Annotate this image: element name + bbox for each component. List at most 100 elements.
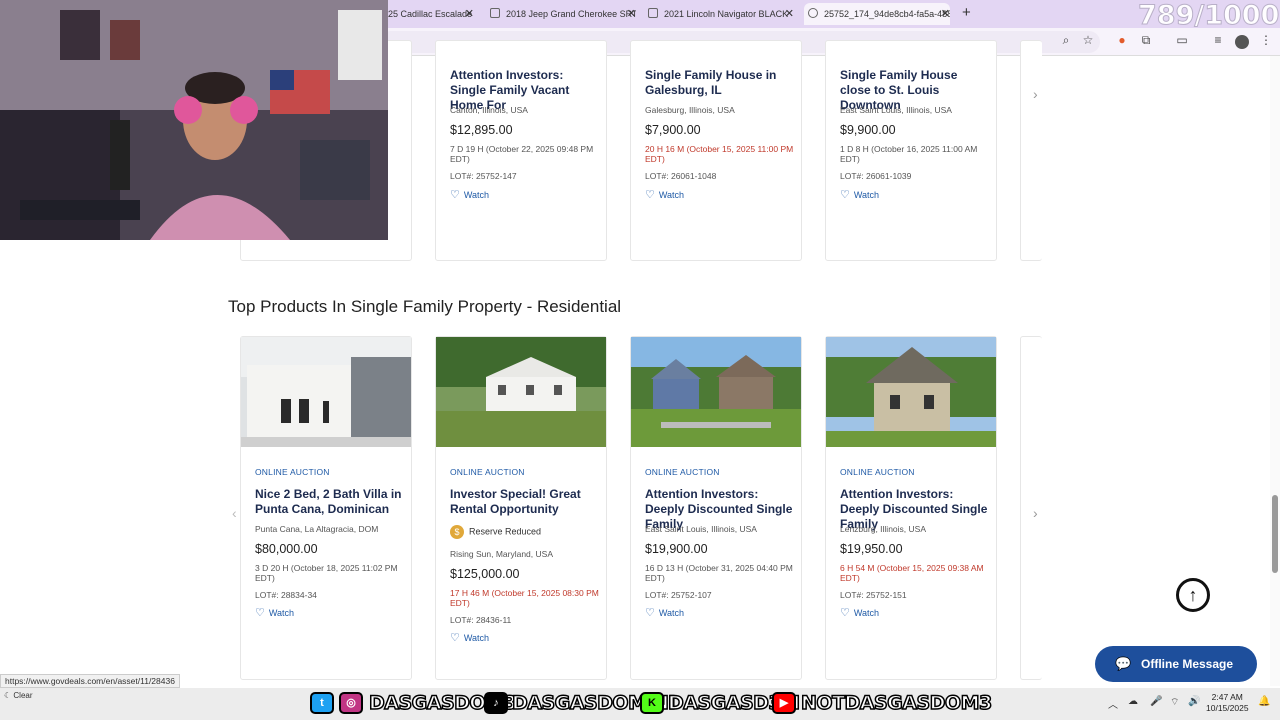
clock-time: 2:47 AM bbox=[1211, 692, 1243, 702]
new-tab-button[interactable]: + bbox=[962, 4, 971, 21]
product-card-1[interactable]: ONLINE AUCTION Nice 2 Bed, 2 Bath Villa … bbox=[240, 336, 412, 680]
top-card-3[interactable]: Single Family House close to St. Louis D… bbox=[825, 40, 997, 261]
clock-date: 10/15/2025 bbox=[1206, 703, 1249, 713]
twitter-icon: t bbox=[310, 692, 334, 714]
scrollbar-thumb[interactable] bbox=[1272, 495, 1278, 573]
watch-button[interactable]: ♡ Watch bbox=[645, 606, 684, 619]
card-price: $19,900.00 bbox=[645, 542, 708, 556]
carousel-next-icon[interactable]: › bbox=[1033, 86, 1038, 102]
card-time-left: 6 H 54 M (October 15, 2025 09:38 AM EDT) bbox=[840, 563, 984, 583]
card-time-left: 1 D 8 H (October 16, 2025 11:00 AM EDT) bbox=[840, 144, 978, 164]
offline-message-button[interactable]: 💬 Offline Message bbox=[1095, 646, 1257, 682]
volume-icon[interactable]: 🔊 bbox=[1188, 696, 1200, 707]
auction-type: ONLINE AUCTION bbox=[840, 467, 915, 477]
microphone-icon[interactable]: 🎤 bbox=[1150, 696, 1162, 707]
puzzle-icon[interactable]: ⧉ bbox=[1138, 33, 1154, 48]
product-image[interactable] bbox=[241, 337, 411, 447]
card-price: $125,000.00 bbox=[450, 567, 520, 581]
watch-button[interactable]: ♡ Watch bbox=[840, 188, 879, 201]
network-icon[interactable]: ☁ bbox=[1128, 696, 1138, 707]
heart-icon: ♡ bbox=[840, 189, 850, 201]
cast-icon[interactable]: ▭ bbox=[1174, 33, 1190, 47]
taskbar-clock[interactable]: 2:47 AM 10/15/2025 bbox=[1206, 692, 1249, 714]
card-lot: LOT#: 25752-107 bbox=[645, 590, 712, 600]
weather-label: Clear bbox=[13, 691, 33, 700]
card-location: Galesburg, Illinois, USA bbox=[645, 105, 735, 115]
card-location: Rising Sun, Maryland, USA bbox=[450, 549, 553, 559]
profile-avatar[interactable] bbox=[1235, 35, 1249, 49]
weather-widget[interactable]: ☾ Clear bbox=[4, 690, 33, 701]
heart-icon: ♡ bbox=[645, 607, 655, 619]
back-to-top-button[interactable]: ↑ bbox=[1176, 578, 1210, 612]
tray-chevron-icon[interactable]: ︿ bbox=[1108, 696, 1118, 711]
close-icon[interactable]: ✕ bbox=[465, 3, 474, 25]
card-title[interactable]: Nice 2 Bed, 2 Bath Villa in Punta Cana, … bbox=[255, 487, 405, 517]
watch-label: Watch bbox=[658, 190, 685, 200]
card-time-left: 3 D 20 H (October 18, 2025 11:02 PM EDT) bbox=[255, 563, 398, 583]
card-price: $80,000.00 bbox=[255, 542, 318, 556]
menu-icon[interactable]: ⋮ bbox=[1258, 33, 1274, 47]
top-card-1[interactable]: Attention Investors: Single Family Vacan… bbox=[435, 40, 607, 261]
reserve-label: Reserve Reduced bbox=[469, 526, 542, 537]
zoom-icon[interactable]: ⌕ bbox=[1058, 33, 1074, 48]
product-card-4[interactable]: ONLINE AUCTION Attention Investors: Deep… bbox=[825, 336, 997, 680]
scrollbar-track[interactable] bbox=[1270, 56, 1280, 686]
heart-icon: ♡ bbox=[450, 632, 460, 644]
card-time-left: 20 H 16 M (October 15, 2025 11:00 PM EDT… bbox=[645, 144, 794, 164]
watch-button[interactable]: ♡ Watch bbox=[645, 188, 684, 201]
product-image[interactable] bbox=[631, 337, 801, 447]
card-title[interactable]: Single Family House in Galesburg, IL bbox=[645, 68, 795, 98]
tab-jeep[interactable]: 2018 Jeep Grand Cherokee SRT ✕ bbox=[486, 3, 636, 25]
watch-button[interactable]: ♡ Watch bbox=[840, 606, 879, 619]
product-card-3[interactable]: ONLINE AUCTION Attention Investors: Deep… bbox=[630, 336, 802, 680]
reading-list-icon[interactable]: ≡ bbox=[1210, 33, 1226, 47]
close-icon[interactable]: ✕ bbox=[627, 3, 636, 25]
tab-title: 25752_174_94de8cb4-fa5a-488 bbox=[824, 9, 950, 19]
tab-active-asset[interactable]: 25752_174_94de8cb4-fa5a-488 ✕ bbox=[804, 3, 950, 25]
card-price: $12,895.00 bbox=[450, 123, 513, 137]
product-card-partial[interactable] bbox=[1020, 336, 1042, 680]
close-icon[interactable]: ✕ bbox=[785, 3, 794, 25]
heart-icon: ♡ bbox=[645, 189, 655, 201]
notification-icon[interactable]: 🔔 bbox=[1258, 696, 1270, 707]
card-lot: LOT#: 28834-34 bbox=[255, 590, 317, 600]
heart-icon: ♡ bbox=[255, 607, 265, 619]
card-lot: LOT#: 25752-147 bbox=[450, 171, 517, 181]
instagram-icon: ◎ bbox=[339, 692, 363, 714]
card-time-left: 7 D 19 H (October 22, 2025 09:48 PM EDT) bbox=[450, 144, 594, 164]
extension-icon[interactable]: ● bbox=[1114, 33, 1130, 47]
reserve-badge: $ Reserve Reduced bbox=[450, 525, 541, 539]
watch-label: Watch bbox=[268, 608, 295, 618]
tab-title: 2018 Jeep Grand Cherokee SRT bbox=[506, 9, 636, 19]
carousel-next-icon[interactable]: › bbox=[1033, 505, 1038, 521]
close-icon[interactable]: ✕ bbox=[941, 3, 950, 25]
tab-escalade[interactable]: 2025 Cadillac Escalade Lux Plati ✕ bbox=[374, 3, 474, 25]
watch-label: Watch bbox=[463, 633, 490, 643]
watch-button[interactable]: ♡ Watch bbox=[255, 606, 294, 619]
watch-label: Watch bbox=[463, 190, 490, 200]
card-time-left: 17 H 46 M (October 15, 2025 08:30 PM EDT… bbox=[450, 588, 599, 608]
tiktok-icon: ♪ bbox=[484, 692, 508, 714]
product-image[interactable] bbox=[826, 337, 996, 447]
heart-icon: ♡ bbox=[840, 607, 850, 619]
product-image[interactable] bbox=[436, 337, 606, 447]
tab-title: 2021 Lincoln Navigator BLACK bbox=[664, 9, 789, 19]
carousel-prev-icon[interactable]: ‹ bbox=[232, 505, 237, 521]
card-location: East Saint Louis, Illinois, USA bbox=[645, 524, 757, 534]
card-lot: LOT#: 26061-1048 bbox=[645, 171, 717, 181]
watch-button[interactable]: ♡ Watch bbox=[450, 188, 489, 201]
watch-button[interactable]: ♡ Watch bbox=[450, 631, 489, 644]
tab-lincoln[interactable]: 2021 Lincoln Navigator BLACK ✕ bbox=[644, 3, 794, 25]
watch-label: Watch bbox=[853, 608, 880, 618]
tab-title: 2025 Cadillac Escalade Lux Plati bbox=[378, 9, 474, 19]
product-card-2[interactable]: ONLINE AUCTION Investor Special! Great R… bbox=[435, 336, 607, 680]
bookmark-star-icon[interactable]: ☆ bbox=[1080, 33, 1096, 47]
heart-icon: ♡ bbox=[450, 189, 460, 201]
card-location: Canton, Illinois, USA bbox=[450, 105, 528, 115]
card-time-left: 16 D 13 H (October 31, 2025 04:40 PM EDT… bbox=[645, 563, 793, 583]
card-title[interactable]: Investor Special! Great Rental Opportuni… bbox=[450, 487, 600, 517]
auction-type: ONLINE AUCTION bbox=[450, 467, 525, 477]
wifi-icon[interactable]: ⌔ bbox=[1170, 696, 1179, 709]
top-card-2[interactable]: Single Family House in Galesburg, IL Gal… bbox=[630, 40, 802, 261]
card-partial-right[interactable] bbox=[1020, 40, 1042, 261]
